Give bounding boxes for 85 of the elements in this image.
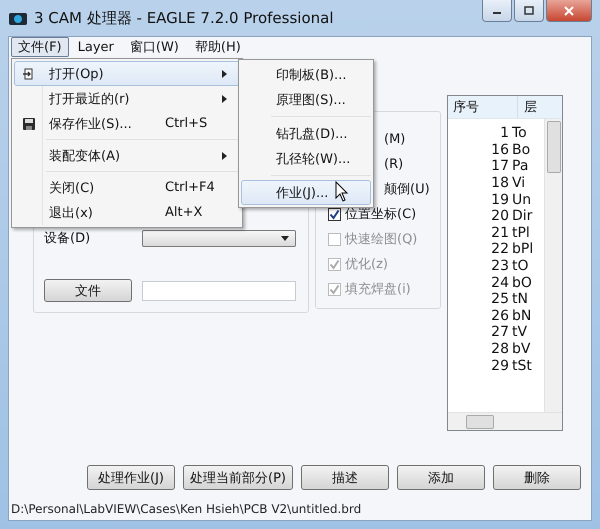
table-cell-text: bV: [512, 341, 532, 358]
menu-entry-label: 关闭(C): [48, 180, 96, 196]
table-cell-text: 28: [490, 341, 510, 358]
table-cell-text: 17: [490, 158, 510, 174]
table-cell-text: Pa: [512, 158, 530, 174]
menu-entry-label: 装配变体(A): [48, 148, 122, 164]
table-cell-text: Un: [512, 192, 532, 208]
table-cell-text: tV: [512, 324, 528, 340]
table-cell-text: 25: [490, 291, 510, 308]
shortcut-label: Ctrl+S: [165, 116, 208, 131]
table-cell-text: 26: [490, 308, 510, 324]
caret-icon: [281, 236, 289, 240]
table-cell-text: tSt: [512, 358, 533, 374]
menu-entry[interactable]: 打开(Op): [14, 61, 240, 86]
menu-entry-label: 保存作业(S)...: [48, 116, 133, 132]
checkbox-label: 快速绘图(Q): [345, 231, 418, 248]
checkbox[interactable]: [328, 208, 341, 220]
shortcut-label: Ctrl+F4: [165, 180, 215, 195]
action-button[interactable]: 处理作业(J): [87, 465, 175, 490]
minimize-button[interactable]: [482, 0, 512, 22]
close-button[interactable]: [546, 0, 592, 22]
device-dropdown[interactable]: [142, 230, 296, 246]
menu-entry[interactable]: 印制板(B)...: [241, 62, 371, 87]
mouse-pointer-icon: [335, 181, 349, 203]
option-label: (M): [384, 132, 406, 146]
file-button[interactable]: 文件: [44, 279, 132, 302]
action-button[interactable]: 描述: [301, 465, 389, 490]
table-cell-text: Vi: [512, 175, 526, 192]
menu-entry-label: 退出(x): [48, 204, 94, 222]
menu-entry[interactable]: 保存作业(S)... Ctrl+S: [14, 111, 240, 136]
maximize-button[interactable]: [514, 0, 544, 22]
menu-entry[interactable]: 孔径轮(W)...: [241, 146, 371, 171]
status-text: D:\Personal\LabVIEW\Cases\Ken Hsieh\PCB V2\untitled.brd: [10, 501, 362, 518]
option-label: (R): [384, 156, 404, 172]
maximize-icon: [524, 6, 534, 15]
menu-item[interactable]: 文件(F): [11, 37, 69, 57]
table-cell-text: 1: [499, 125, 510, 142]
table-cell-text: tO: [512, 258, 530, 274]
table-cell-text: Dir: [512, 208, 534, 224]
device-label: 设备(D): [44, 230, 90, 247]
checkbox-label: 填充焊盘(i): [345, 281, 411, 298]
file-field[interactable]: [142, 280, 296, 300]
checkbox-label: 优化(z): [345, 256, 388, 273]
menu-entry[interactable]: 打开最近的(r): [14, 86, 240, 111]
vertical-scrollbar[interactable]: [544, 119, 562, 413]
action-button[interactable]: 删除: [493, 465, 581, 490]
table-cell-text: Bo: [512, 142, 532, 158]
menu-entry-label: 打开最近的(r): [48, 90, 130, 108]
menu-item[interactable]: 窗口(W): [122, 37, 186, 57]
menu-entry[interactable]: 退出(x) Alt+X: [14, 200, 240, 225]
table-cell-text: tPl: [512, 224, 531, 241]
table-cell-text: 16: [490, 142, 510, 158]
table-cell-text: To: [512, 125, 528, 142]
option-label: 颠倒(U): [384, 181, 430, 198]
menu-entry[interactable]: 关闭(C) Ctrl+F4: [14, 175, 240, 200]
table-cell-text: 18: [490, 175, 510, 192]
table-cell-text: bO: [512, 274, 533, 291]
menu-item[interactable]: Layer: [70, 37, 121, 57]
table-cell-text: tN: [512, 291, 529, 308]
table-cell-text: 21: [490, 224, 510, 241]
window-title: 3 CAM 处理器 - EAGLE 7.2.0 Professional: [34, 8, 334, 28]
menu-entry-label: 打开(Op): [48, 66, 105, 82]
table-cell-text: 27: [490, 324, 510, 340]
menu-entry[interactable]: 装配变体(A): [14, 143, 240, 168]
close-icon: [564, 6, 574, 16]
table-cell-text: 29: [490, 358, 510, 374]
column-header[interactable]: 序号: [448, 96, 518, 118]
table-cell-text: bPl: [512, 241, 534, 258]
menu-entry[interactable]: 作业(J)...: [241, 180, 371, 205]
action-button[interactable]: 添加: [397, 465, 485, 490]
table-cell-text: 20: [490, 208, 510, 224]
column-header[interactable]: 层: [518, 96, 550, 118]
menu-item[interactable]: 帮助(H): [188, 37, 248, 57]
horizontal-scrollbar[interactable]: [448, 412, 562, 430]
table-cell-text: 23: [490, 258, 510, 274]
table-cell-text: bN: [512, 308, 532, 324]
save-icon: [22, 116, 36, 130]
shortcut-label: Alt+X: [165, 205, 202, 220]
action-button[interactable]: 处理当前部分(P): [183, 465, 293, 490]
menu-entry[interactable]: 钻孔盘(D)...: [241, 121, 371, 146]
table-cell-text: 24: [490, 274, 510, 291]
camera-icon: [8, 10, 28, 26]
table-cell-text: 22: [490, 241, 510, 258]
table-cell-text: 19: [490, 192, 510, 208]
menu-entry[interactable]: 原理图(S)...: [241, 87, 371, 112]
